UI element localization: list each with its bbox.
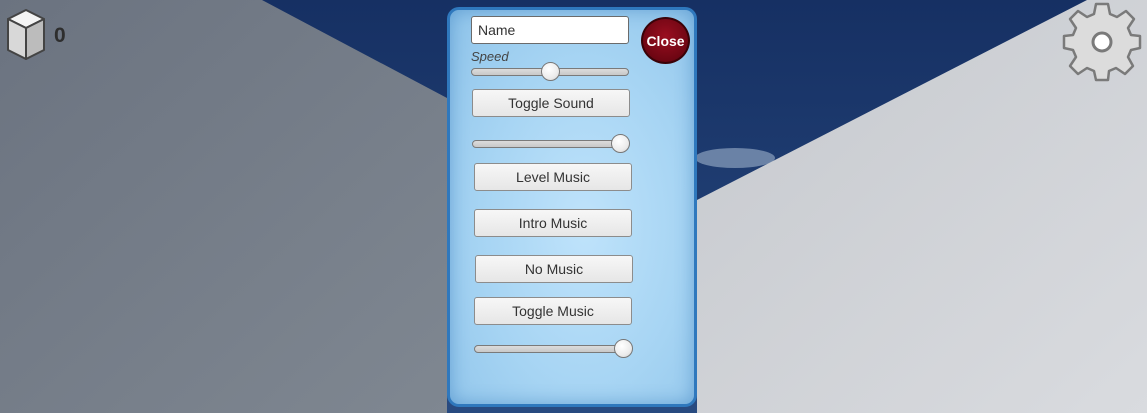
cube-icon xyxy=(7,9,45,60)
slider-track xyxy=(472,140,629,148)
name-field[interactable] xyxy=(471,16,629,44)
intro-music-button[interactable]: Intro Music xyxy=(474,209,632,237)
cube-count: 0 xyxy=(54,24,66,47)
speed-slider[interactable] xyxy=(471,62,629,82)
close-button[interactable]: Close xyxy=(641,17,690,64)
slider-handle[interactable] xyxy=(541,62,560,81)
no-music-button[interactable]: No Music xyxy=(475,255,633,283)
cloud xyxy=(695,148,775,168)
level-music-button[interactable]: Level Music xyxy=(474,163,632,191)
music-volume-slider[interactable] xyxy=(474,339,633,359)
slider-handle[interactable] xyxy=(614,339,633,358)
sound-volume-slider[interactable] xyxy=(472,134,630,154)
slider-handle[interactable] xyxy=(611,134,630,153)
toggle-sound-button[interactable]: Toggle Sound xyxy=(472,89,630,117)
toggle-music-button[interactable]: Toggle Music xyxy=(474,297,632,325)
slider-track xyxy=(474,345,632,353)
gear-icon[interactable] xyxy=(1061,1,1143,83)
